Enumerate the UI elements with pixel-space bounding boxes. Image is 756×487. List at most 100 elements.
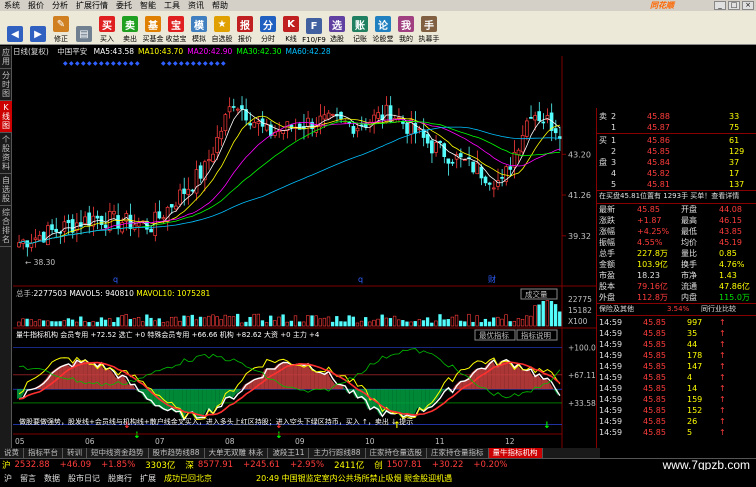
- tick-row[interactable]: 14:59 45.85 14 ↑: [597, 383, 756, 394]
- stat-row[interactable]: 总手 227.8万 量比 0.85: [597, 248, 756, 259]
- kline-button[interactable]: K K线: [280, 12, 302, 44]
- indicator-tab[interactable]: 说黄: [0, 448, 24, 458]
- kline-chart[interactable]: ◆ ◆ ◆ ◆ ◆ ◆ ◆ ◆ ◆ ◆ ◆ ◆ ◆ ◆ ◆ ◆ ◆ ◆ ◆ ◆ ◆ ◆ ◆ ◆43.2041.2639.32←…: [13, 56, 596, 448]
- menu-extended[interactable]: 扩展行情: [72, 0, 112, 11]
- side-tab-2[interactable]: K线图: [0, 101, 12, 133]
- indicator-tab[interactable]: 股市趋势线88: [149, 448, 205, 458]
- status-link[interactable]: 扩展: [140, 473, 156, 484]
- stat-row-cell: 涨跌: [599, 216, 615, 225]
- toolbar-label: 分时: [261, 35, 275, 43]
- hand-button[interactable]: 手执幕手: [418, 12, 440, 44]
- tick-row[interactable]: 14:59 45.85 5 ↑: [597, 427, 756, 438]
- status-link[interactable]: 留言: [20, 473, 36, 484]
- cy-index[interactable]: 1507.81: [387, 460, 422, 470]
- stat-row[interactable]: 金额 103.9亿 换手 4.76%: [597, 259, 756, 270]
- indicator-tab[interactable]: 短中线资金趋势: [87, 448, 149, 458]
- sim-button[interactable]: 模模拟: [188, 12, 210, 44]
- menu-order[interactable]: 委托: [112, 0, 136, 11]
- ledger-button[interactable]: 账记账: [349, 12, 371, 44]
- star-button[interactable]: ★ 自选股: [211, 12, 233, 44]
- menu-smart[interactable]: 智能: [136, 0, 160, 11]
- menu-quote[interactable]: 报价: [24, 0, 48, 11]
- menu-analysis[interactable]: 分析: [48, 0, 72, 11]
- event-marker: q: [113, 275, 118, 284]
- status-link[interactable]: 沪: [4, 473, 12, 484]
- stat-row-cell: 43.85: [719, 227, 742, 236]
- bid-row[interactable]: 2 45.85 129: [597, 146, 756, 157]
- menu-system[interactable]: 系统: [0, 0, 24, 11]
- news-ticker[interactable]: 20:49 中国银监定室内公共场所禁止吸烟 眼金股迎机遇: [256, 473, 452, 484]
- bid-row[interactable]: 4 45.82 17: [597, 168, 756, 179]
- sz-index[interactable]: 8577.91: [198, 460, 233, 470]
- tick-row[interactable]: 14:59 45.85 997 ↑: [597, 317, 756, 328]
- indicator-tick-label: +100.0: [568, 343, 596, 352]
- tick-row[interactable]: 14:59 45.85 159 ↑: [597, 394, 756, 405]
- best-indicator-button[interactable]: 最优指标: [474, 329, 516, 341]
- bid-row[interactable]: 买 1 45.86 61: [597, 135, 756, 146]
- indicator-tab[interactable]: 庄家持仓量指标: [427, 448, 489, 458]
- stat-row[interactable]: 涨幅 +4.25% 最低 43.85: [597, 226, 756, 237]
- order-notice[interactable]: 在买盘45.81位置有 1293手 买单！查看详情: [597, 191, 756, 202]
- sh-index[interactable]: 2532.88: [15, 460, 50, 470]
- stat-row[interactable]: 市盈 18.23 市净 1.43: [597, 270, 756, 281]
- indicator-tab[interactable]: 指标平台: [24, 448, 63, 458]
- ask-row[interactable]: 卖 2 45.88 33: [597, 111, 756, 122]
- tick-row[interactable]: 14:59 45.85 35 ↑: [597, 328, 756, 339]
- tick-row[interactable]: 14:59 45.85 147 ↑: [597, 361, 756, 372]
- filter-button[interactable]: 选选股: [326, 12, 348, 44]
- stat-row[interactable]: 振幅 4.55% 均价 45.19: [597, 237, 756, 248]
- stat-row[interactable]: 外盘 112.8万 内盘 115.0万: [597, 292, 756, 303]
- signal-diamond: ◆: [129, 60, 134, 67]
- timeline-button[interactable]: 分分时: [257, 12, 279, 44]
- tick-row[interactable]: 14:59 45.85 4 ↑: [597, 372, 756, 383]
- tick-row[interactable]: 14:59 45.85 152 ↑: [597, 405, 756, 416]
- ask-row[interactable]: 1 45.87 75: [597, 122, 756, 133]
- volume-button[interactable]: 成交量: [520, 288, 558, 300]
- treasure-button[interactable]: 宝收益宝: [165, 12, 187, 44]
- close-icon[interactable]: ×: [742, 1, 754, 10]
- side-tab-1[interactable]: 分时图: [0, 69, 12, 101]
- tick-row[interactable]: 14:59 45.85 26 ↑: [597, 416, 756, 427]
- indicator-help-button[interactable]: 指标说明: [516, 329, 558, 341]
- status-link[interactable]: 股市日记: [68, 473, 100, 484]
- user-button[interactable]: 我我的: [395, 12, 417, 44]
- indicator-tab[interactable]: 波段王11: [268, 448, 310, 458]
- minimize-icon[interactable]: _: [714, 1, 726, 10]
- stat-row[interactable]: 股本 79.16亿 流通 47.86亿: [597, 281, 756, 292]
- forum-button[interactable]: 论论股堂: [372, 12, 394, 44]
- industry-row[interactable]: 保险及其他 3.54% 同行业比较: [597, 304, 756, 315]
- period-label[interactable]: 日线(复权): [13, 47, 49, 56]
- side-tab-4[interactable]: 自选股: [0, 174, 12, 206]
- quote-button[interactable]: 报报价: [234, 12, 256, 44]
- forward-button[interactable]: ▶: [27, 12, 49, 44]
- volume-bar: [475, 315, 479, 327]
- indicator-tab[interactable]: 主力行踪线88: [309, 448, 366, 458]
- tick-row[interactable]: 14:59 45.85 44 ↑: [597, 339, 756, 350]
- page-button[interactable]: ▤: [73, 12, 95, 44]
- indicator-tab[interactable]: 大单无双雕 林永: [205, 448, 269, 458]
- status-link[interactable]: 数据: [44, 473, 60, 484]
- info-button[interactable]: F F10/F9: [302, 12, 326, 44]
- side-tab-5[interactable]: 综合排名: [0, 206, 12, 247]
- buy-button[interactable]: 买买入: [96, 12, 118, 44]
- tick-row[interactable]: 14:59 45.85 178 ↑: [597, 350, 756, 361]
- maximize-icon[interactable]: □: [728, 1, 740, 10]
- menu-tools[interactable]: 工具: [160, 0, 184, 11]
- indicator-tab[interactable]: 庄家持仓量选股: [366, 448, 428, 458]
- indicator-tab[interactable]: 量牛指标机构: [488, 448, 543, 458]
- status-link[interactable]: 脱离行: [108, 473, 132, 484]
- side-tab-0[interactable]: 应用: [0, 46, 12, 69]
- side-tab-3[interactable]: 个股资料: [0, 133, 12, 174]
- menu-news[interactable]: 资讯: [184, 0, 208, 11]
- edit-button[interactable]: ✎ 修正: [50, 12, 72, 44]
- stat-row[interactable]: 涨跌 +1.87 最高 46.15: [597, 215, 756, 226]
- bid-row[interactable]: 5 45.81 137: [597, 179, 756, 190]
- bid-row[interactable]: 盘 3 45.84 37: [597, 157, 756, 168]
- fund-button[interactable]: 基买基金: [142, 12, 164, 44]
- status-link[interactable]: 成功已回北京: [164, 473, 212, 484]
- sell-button[interactable]: 卖卖出: [119, 12, 141, 44]
- indicator-tab[interactable]: 转训: [63, 448, 87, 458]
- menu-help[interactable]: 帮助: [208, 0, 232, 11]
- back-button[interactable]: ◀: [4, 12, 26, 44]
- stat-row[interactable]: 最新 45.85 开盘 44.08: [597, 204, 756, 215]
